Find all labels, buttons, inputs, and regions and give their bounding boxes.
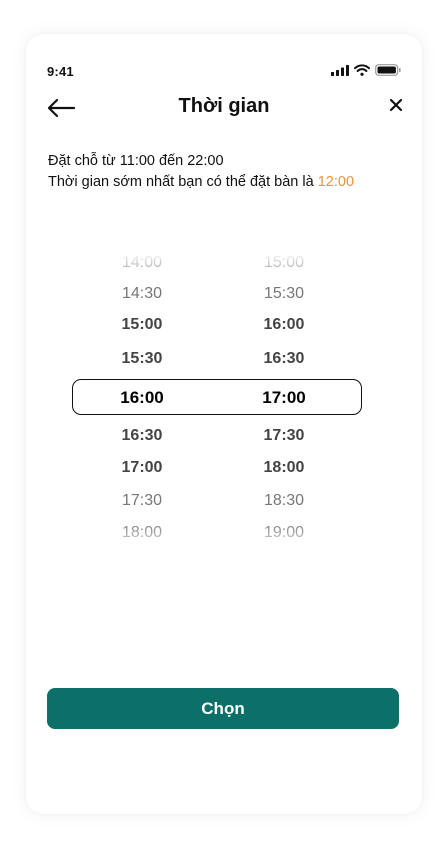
earliest-time-text: Thời gian sớm nhất bạn có thể đặt bàn là…	[48, 172, 408, 193]
start-time-option[interactable]: 15:00	[97, 316, 187, 334]
picker-fade-bottom	[26, 522, 422, 552]
end-time-option[interactable]: 16:00	[239, 316, 329, 334]
end-time-option[interactable]: 17:30	[239, 427, 329, 445]
end-time-option[interactable]: 15:00	[239, 254, 329, 272]
phone-screen: 9:41 Thời gian Đặt chỗ từ 11:00 đến 22:0…	[26, 34, 422, 814]
end-time-selected[interactable]: 17:00	[239, 388, 329, 408]
end-time-wheel[interactable]: 15:00 15:30 16:00 16:30 17:00 17:30 18:0…	[239, 252, 329, 552]
battery-icon	[375, 64, 401, 76]
end-time-option[interactable]: 18:30	[239, 492, 329, 510]
start-time-option[interactable]: 15:30	[97, 350, 187, 368]
end-time-option[interactable]: 18:00	[239, 459, 329, 477]
end-time-option[interactable]: 16:30	[239, 350, 329, 368]
earliest-time-prefix: Thời gian sớm nhất bạn có thể đặt bàn là	[48, 174, 318, 190]
end-time-option[interactable]: 19:00	[239, 524, 329, 542]
status-icons	[331, 64, 401, 76]
booking-info: Đặt chỗ từ 11:00 đến 22:00 Thời gian sớm…	[48, 151, 408, 193]
choose-button[interactable]: Chọn	[47, 688, 399, 729]
picker-fade-top	[26, 252, 422, 282]
start-time-option[interactable]: 16:30	[97, 427, 187, 445]
close-icon[interactable]	[388, 97, 404, 113]
time-picker[interactable]: 14:00 14:30 15:00 15:30 16:00 16:30 17:0…	[26, 252, 422, 552]
start-time-option[interactable]: 14:30	[97, 285, 187, 303]
earliest-time-value: 12:00	[317, 174, 355, 190]
signal-icon	[331, 64, 349, 76]
start-time-option[interactable]: 17:30	[97, 492, 187, 510]
start-time-selected[interactable]: 16:00	[97, 388, 187, 408]
start-time-option[interactable]: 14:00	[97, 254, 187, 272]
status-time: 9:41	[47, 64, 74, 79]
wifi-icon	[354, 64, 370, 76]
status-bar: 9:41	[26, 60, 422, 80]
header: Thời gian	[26, 89, 422, 125]
end-time-option[interactable]: 15:30	[239, 285, 329, 303]
start-time-wheel[interactable]: 14:00 14:30 15:00 15:30 16:00 16:30 17:0…	[97, 252, 187, 552]
opening-hours-text: Đặt chỗ từ 11:00 đến 22:00	[48, 153, 224, 169]
page-title: Thời gian	[178, 95, 270, 117]
start-time-option[interactable]: 18:00	[97, 524, 187, 542]
start-time-option[interactable]: 17:00	[97, 459, 187, 477]
